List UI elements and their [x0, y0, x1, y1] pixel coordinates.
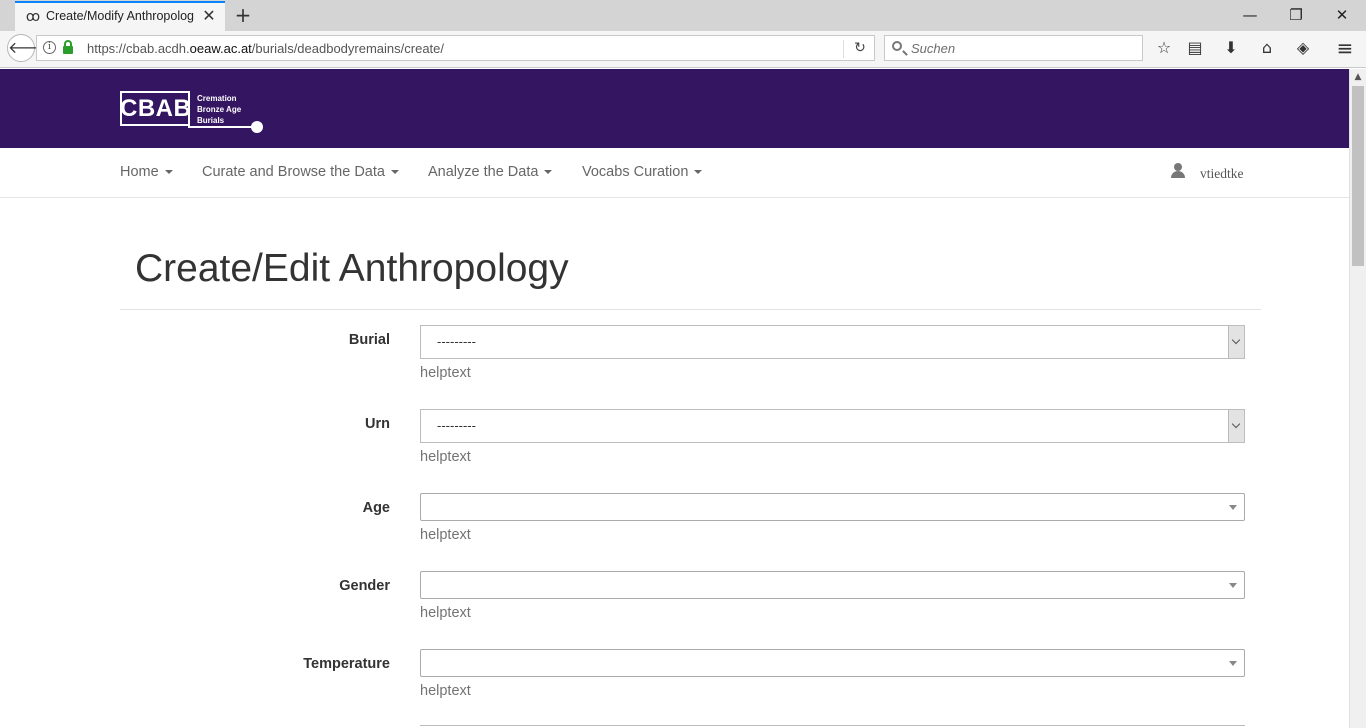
url-text[interactable]: https://cbab.acdh.oeaw.ac.at/burials/dea…	[87, 41, 444, 56]
reader-list-icon[interactable]: ▤	[1184, 37, 1206, 59]
urn-label: Urn	[365, 416, 390, 432]
nav-item-curate-browse[interactable]: Curate and Browse the Data	[202, 164, 399, 180]
bookmark-star-icon[interactable]: ☆	[1153, 37, 1175, 59]
dropdown-arrow-icon	[1229, 583, 1237, 588]
temperature-select[interactable]	[420, 649, 1245, 677]
age-select[interactable]	[420, 493, 1245, 521]
dropdown-arrow-icon	[1229, 505, 1237, 510]
logo-subtitle-1: Cremation	[197, 94, 237, 103]
burial-helptext: helptext	[420, 365, 471, 381]
dropdown-arrow-icon	[1229, 661, 1237, 666]
reload-icon[interactable]: ↻	[851, 39, 869, 57]
close-tab-icon[interactable]: ✕	[201, 7, 217, 25]
address-bar[interactable]: i https://cbab.acdh.oeaw.ac.at/burials/d…	[36, 35, 875, 61]
urn-helptext: helptext	[420, 449, 471, 465]
pocket-icon[interactable]: ◈	[1292, 37, 1314, 59]
temperature-helptext: helptext	[420, 683, 471, 699]
user-icon	[1170, 163, 1186, 179]
gender-helptext: helptext	[420, 605, 471, 621]
site-favicon-icon: ꝏ	[25, 9, 41, 25]
page-title: Create/Edit Anthropology	[135, 247, 569, 290]
burial-label: Burial	[348, 332, 390, 348]
urn-select-value: ---------	[437, 418, 476, 433]
browser-tab-active[interactable]: ꝏ Create/Modify Anthropolog ✕	[15, 1, 225, 31]
urn-select[interactable]: ---------	[420, 409, 1245, 443]
nav-item-home[interactable]: Home	[120, 164, 173, 180]
search-input[interactable]	[911, 37, 1136, 59]
brand-header: CBAB Cremation Bronze Age Burials	[0, 69, 1349, 148]
logo-subtitle-2: Bronze Age	[197, 105, 242, 114]
nav-item-vocabs-curation[interactable]: Vocabs Curation	[582, 164, 703, 180]
age-label: Age	[362, 500, 390, 516]
home-icon[interactable]: ⌂	[1256, 37, 1278, 59]
page-scrollbar[interactable]: ▲	[1349, 69, 1366, 728]
title-divider	[120, 309, 1261, 310]
browser-toolbar: 🡐 i https://cbab.acdh.oeaw.ac.at/burials…	[0, 31, 1366, 68]
caret-down-icon	[694, 170, 703, 175]
menu-icon[interactable]: ≡	[1334, 37, 1356, 59]
caret-down-icon	[390, 170, 399, 175]
age-helptext: helptext	[420, 527, 471, 543]
tab-title: Create/Modify Anthropolog	[46, 9, 195, 23]
cbab-logo[interactable]: CBAB Cremation Bronze Age Burials	[120, 91, 265, 133]
nav-item-analyze[interactable]: Analyze the Data	[428, 164, 553, 180]
close-window-icon[interactable]: ✕	[1327, 4, 1357, 26]
user-menu[interactable]: vtiedtke	[1200, 166, 1244, 182]
temperature-label: Temperature	[303, 656, 390, 672]
chevron-down-icon	[1228, 326, 1244, 358]
back-arrow-icon[interactable]: 🡐	[7, 34, 51, 62]
main-nav: Home Curate and Browse the Data Analyze …	[0, 148, 1349, 198]
search-icon	[892, 41, 902, 51]
gender-select[interactable]	[420, 571, 1245, 599]
scroll-up-arrow-icon[interactable]: ▲	[1350, 69, 1366, 86]
new-tab-icon[interactable]: +	[233, 4, 253, 26]
caret-down-icon	[164, 170, 173, 175]
gender-label: Gender	[339, 578, 390, 594]
logo-subtitle-3: Burials	[197, 116, 225, 125]
download-icon[interactable]: ⬇	[1220, 37, 1242, 59]
burial-select-value: ---------	[437, 334, 476, 349]
lock-icon	[63, 40, 73, 54]
caret-down-icon	[544, 170, 553, 175]
search-bar[interactable]	[884, 35, 1143, 61]
tab-bar: ꝏ Create/Modify Anthropolog ✕ + — ❐ ✕	[0, 0, 1366, 31]
scrollbar-thumb[interactable]	[1352, 86, 1364, 266]
page-content: CBAB Cremation Bronze Age Burials Home C…	[0, 69, 1349, 728]
restore-icon[interactable]: ❐	[1281, 4, 1311, 26]
info-icon[interactable]: i	[43, 41, 56, 54]
chevron-down-icon	[1228, 410, 1244, 442]
logo-text: CBAB	[120, 95, 192, 122]
minimize-icon[interactable]: —	[1235, 4, 1265, 26]
burial-select[interactable]: ---------	[420, 325, 1245, 359]
